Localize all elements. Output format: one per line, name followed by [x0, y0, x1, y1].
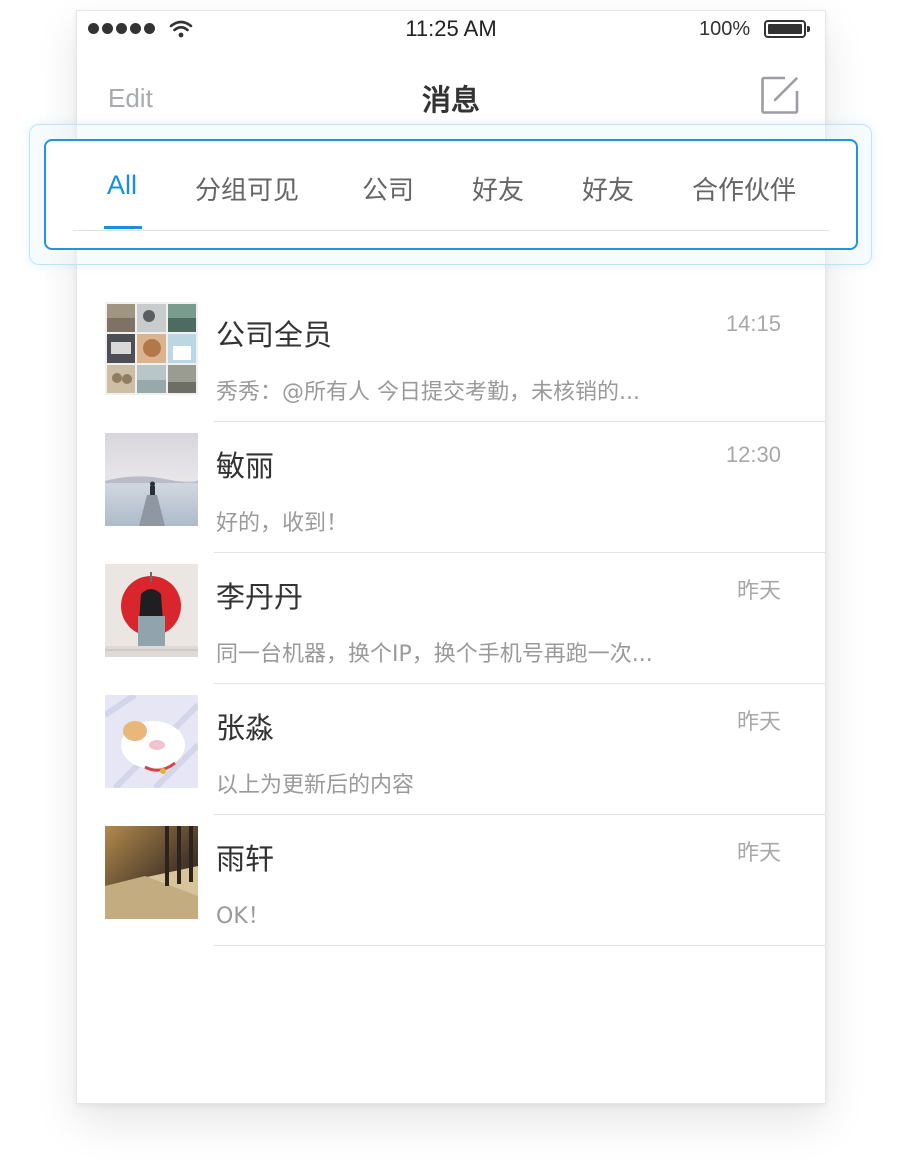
conversation-preview: OK！: [216, 904, 270, 929]
conversation-row[interactable]: 公司全员 秀秀：@所有人 今日提交考勤，未核销的... 14:15: [77, 290, 825, 422]
conversation-name: 敏丽: [216, 449, 275, 483]
umbrella-girl-avatar: [105, 564, 198, 657]
battery-icon: [764, 20, 810, 38]
conversation-name: 雨轩: [216, 842, 275, 876]
tab-all[interactable]: All: [107, 170, 137, 201]
conversation-preview: 好的，收到！: [216, 511, 349, 536]
conversation-preview: 以上为更新后的内容: [216, 773, 415, 798]
conversation-time: 昨天: [736, 578, 781, 603]
active-tab-indicator: [104, 226, 142, 229]
tab-company[interactable]: 公司: [362, 170, 414, 207]
tab-friends[interactable]: 好友: [472, 170, 524, 207]
conversation-row[interactable]: 敏丽 好的，收到！ 12:30: [77, 421, 825, 553]
group-collage-avatar: [105, 302, 198, 395]
tab-divider: [73, 230, 829, 231]
conversation-row[interactable]: 张淼 以上为更新后的内容 昨天: [77, 683, 825, 815]
tab-bar: All 分组可见 公司 好友 好友 合作伙伴: [44, 139, 858, 250]
conversation-time: 14:15: [725, 311, 781, 336]
conversation-time: 昨天: [736, 709, 781, 734]
tab-partners[interactable]: 合作伙伴: [692, 170, 796, 207]
conversation-row[interactable]: 李丹丹 同一台机器，换个IP，换个手机号再跑一次... 昨天: [77, 552, 825, 684]
conversation-preview: 同一台机器，换个IP，换个手机号再跑一次...: [216, 642, 653, 667]
lake-pier-avatar: [105, 433, 198, 526]
tab-friends-2[interactable]: 好友: [582, 170, 634, 207]
conversation-row[interactable]: 雨轩 OK！ 昨天: [77, 814, 825, 946]
battery-percentage: 100%: [699, 18, 751, 40]
row-divider: [214, 945, 825, 946]
conversation-time: 12:30: [725, 442, 781, 467]
conversation-name: 张淼: [216, 711, 275, 745]
cat-avatar: [105, 695, 198, 788]
hallway-avatar: [105, 826, 198, 919]
conversation-name: 公司全员: [216, 318, 333, 352]
compose-icon[interactable]: [761, 76, 799, 114]
tab-group-visible[interactable]: 分组可见: [195, 170, 299, 207]
status-bar: 11:25 AM 100%: [77, 11, 825, 47]
page-title: 消息: [421, 83, 480, 117]
conversation-preview: 秀秀：@所有人 今日提交考勤，未核销的...: [216, 380, 640, 405]
conversation-name: 李丹丹: [216, 580, 304, 614]
conversation-time: 昨天: [736, 840, 781, 865]
